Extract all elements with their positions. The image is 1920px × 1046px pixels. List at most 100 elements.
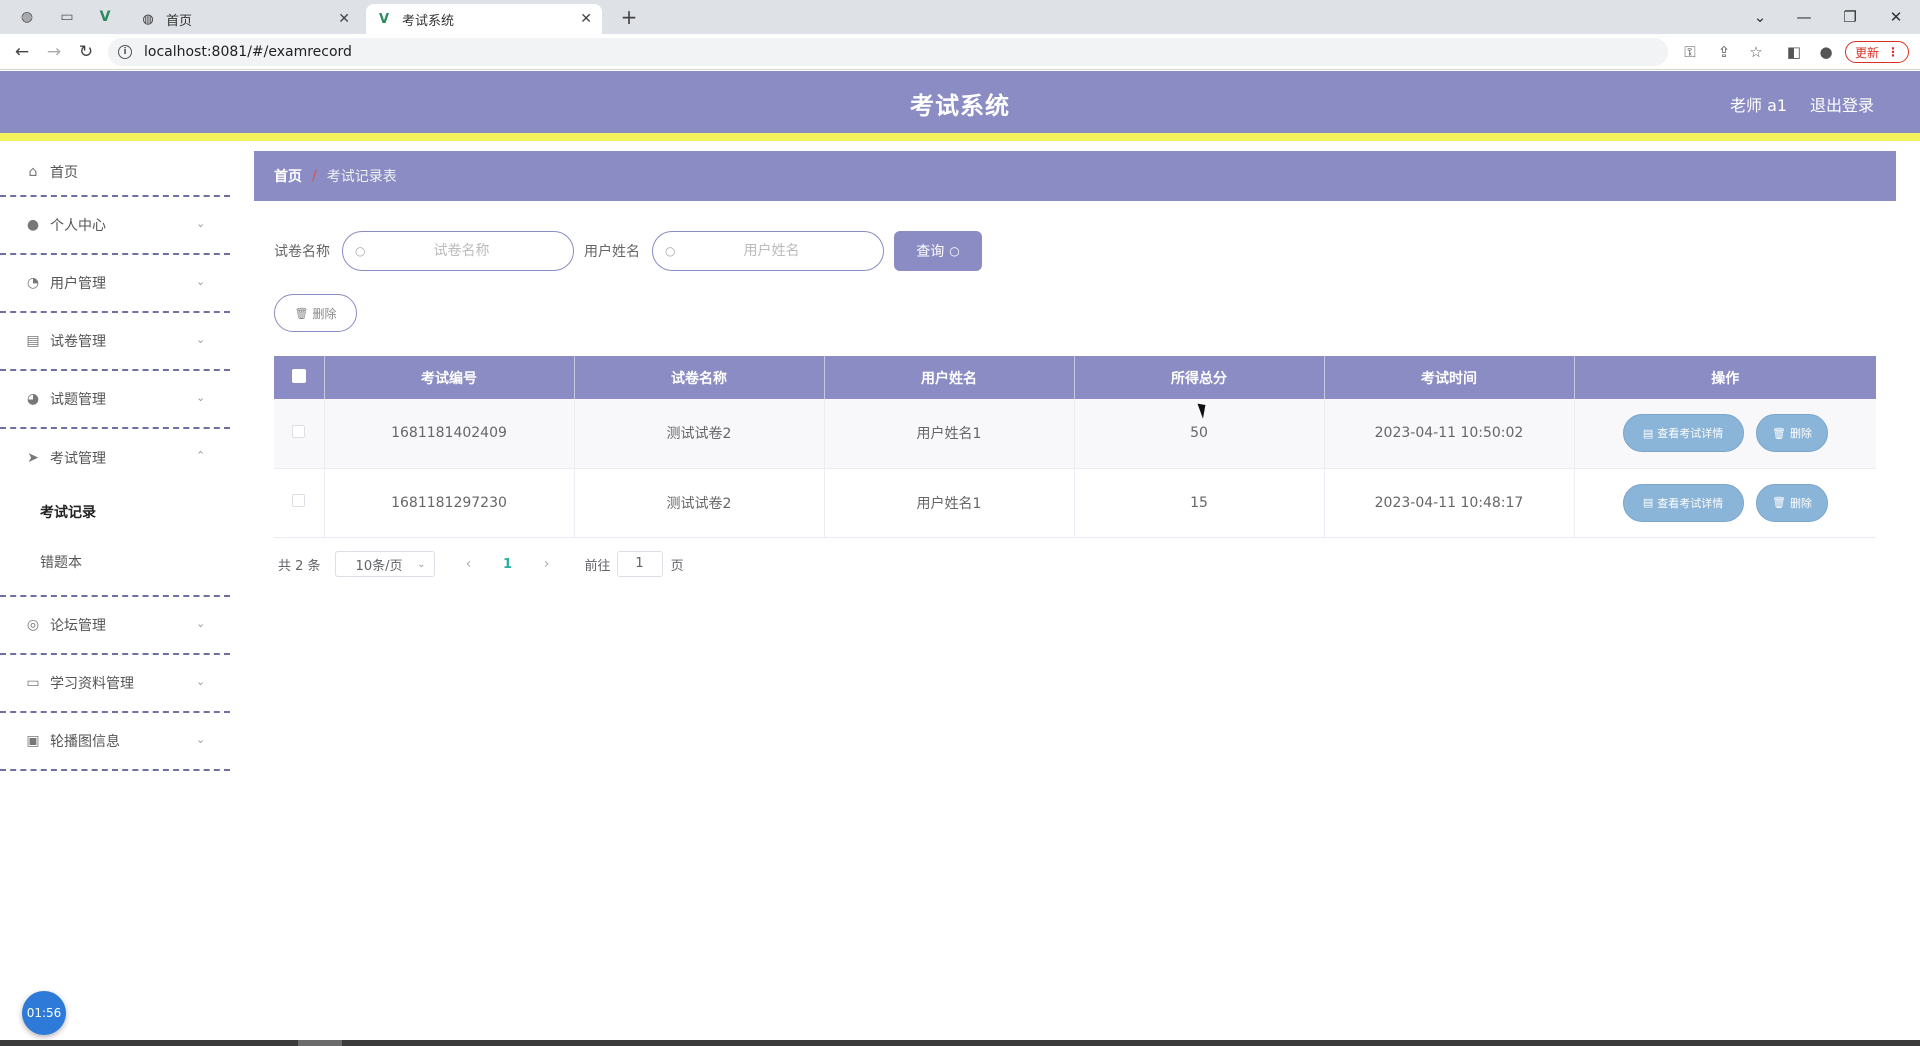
restore-icon[interactable]: ❐ <box>1830 4 1870 30</box>
suitcase-icon: ▣ <box>26 733 40 749</box>
tab-blank-icon[interactable]: ▭ <box>56 6 78 28</box>
select-all-checkbox[interactable] <box>291 368 306 383</box>
row-delete-button[interactable]: 🗑 删除 <box>1755 414 1828 453</box>
column-header: 所得总分 <box>1074 356 1325 399</box>
sidebar-item-forum-management[interactable]: ◎ 论坛管理 ⌄ <box>0 597 230 655</box>
tab-search-chevron-icon[interactable]: ⌄ <box>1740 4 1780 30</box>
key-icon[interactable]: ⚿ <box>1680 42 1700 62</box>
url-text: localhost:8081/#/examrecord <box>144 44 352 60</box>
score-cell: 15 <box>1074 468 1325 538</box>
search-icon: ○ <box>665 244 676 258</box>
sidebar-item-label: 首页 <box>50 165 78 181</box>
sidebar-subitem-wrong-book[interactable]: 错题本 <box>0 537 230 587</box>
exam-timer-bubble[interactable]: 01:56 <box>22 991 66 1035</box>
column-header: 考试时间 <box>1324 356 1575 399</box>
close-icon[interactable]: ✕ <box>580 11 592 27</box>
view-detail-button[interactable]: ▤ 查看考试详情 <box>1622 414 1744 453</box>
new-tab-icon[interactable]: + <box>616 5 642 29</box>
sidebar-item-study-material[interactable]: ▭ 学习资料管理 ⌄ <box>0 655 230 713</box>
query-label: 查询 <box>916 244 945 260</box>
user-name-cell: 用户姓名1 <box>824 399 1075 469</box>
paper-name-cell: 测试试卷2 <box>574 399 825 469</box>
row-checkbox[interactable] <box>292 494 306 507</box>
breadcrumb-home[interactable]: 首页 <box>274 166 302 186</box>
column-header: 试卷名称 <box>574 356 825 399</box>
update-label: 更新 <box>1854 45 1879 60</box>
home-icon: ⌂ <box>28 164 38 180</box>
row-checkbox[interactable] <box>292 424 306 438</box>
chat-icon: ▭ <box>26 675 40 691</box>
row-select-cell[interactable] <box>274 399 325 469</box>
side-panel-icon[interactable]: ◧ <box>1784 42 1804 62</box>
exam-id-cell: 1681181297230 <box>324 468 575 538</box>
scroll-thumb[interactable] <box>298 1040 342 1046</box>
share-icon[interactable]: ⇪ <box>1714 42 1734 62</box>
forward-icon[interactable]: → <box>42 40 66 64</box>
url-bar[interactable]: i localhost:8081/#/examrecord <box>108 38 1668 66</box>
column-header: 用户姓名 <box>824 356 1075 399</box>
star-icon[interactable]: ☆ <box>1746 42 1766 62</box>
paper-name-field[interactable]: ○ <box>342 231 574 271</box>
exam-id-cell: 1681181402409 <box>324 399 575 469</box>
sidebar-item-exam-management[interactable]: ➤ 考试管理 ⌃ <box>0 429 230 487</box>
next-page-icon[interactable]: › <box>533 556 561 572</box>
sidebar-item-question-management[interactable]: ◕ 试题管理 ⌄ <box>0 371 230 429</box>
view-detail-label: 查看考试详情 <box>1657 427 1724 441</box>
dashboard-icon: ◔ <box>26 275 40 291</box>
reload-icon[interactable]: ↻ <box>74 40 98 64</box>
prev-page-icon[interactable]: ‹ <box>455 556 483 572</box>
breadcrumb-separator: / <box>312 168 317 184</box>
chevron-down-icon: ⌄ <box>196 217 206 230</box>
sidebar-item-carousel-info[interactable]: ▣ 轮播图信息 ⌄ <box>0 713 230 771</box>
profile-icon[interactable]: ● <box>1816 42 1836 62</box>
tickets-icon: ▤ <box>26 333 40 349</box>
page-number-current[interactable]: 1 <box>483 557 533 572</box>
select-all-cell[interactable] <box>274 356 325 399</box>
view-detail-label: 查看考试详情 <box>1657 496 1724 510</box>
sidebar-item-user-management[interactable]: ◔ 用户管理 ⌄ <box>0 255 230 313</box>
paper-name-input[interactable] <box>371 243 552 259</box>
document-icon: ▤ <box>1642 496 1654 509</box>
browser-update-button[interactable]: 更新 ⋮ <box>1845 41 1909 63</box>
query-button[interactable]: 查询 ○ <box>894 231 982 271</box>
globe-icon: ◍ <box>142 11 154 27</box>
user-name-field[interactable]: ○ <box>652 231 884 271</box>
page-size-value: 10条/页 <box>355 558 403 574</box>
jump-page-input[interactable]: 1 <box>616 551 663 577</box>
tab-home[interactable]: ◍ 首页 ✕ <box>130 4 360 34</box>
sidebar-item-label: 试卷管理 <box>50 334 106 350</box>
trash-icon: 🗑 <box>1771 426 1786 440</box>
user-name-input[interactable] <box>681 243 862 259</box>
logout-link[interactable]: 退出登录 <box>1810 71 1874 141</box>
view-detail-button[interactable]: ▤ 查看考试详情 <box>1622 483 1744 522</box>
close-icon[interactable]: ✕ <box>338 11 350 27</box>
sidebar-item-label: 个人中心 <box>50 218 106 234</box>
info-icon[interactable]: i <box>118 45 132 59</box>
tab-search-icon[interactable]: ◍ <box>16 6 38 28</box>
sidebar-item-home[interactable]: ⌂ 首页 <box>0 149 230 197</box>
sidebar-item-personal-center[interactable]: ● 个人中心 ⌄ <box>0 197 230 255</box>
sidebar-subitem-exam-record[interactable]: 考试记录 <box>0 487 230 537</box>
trash-icon: 🗑 <box>294 306 309 320</box>
table-row: 1681181402409 测试试卷2 用户姓名1 50 2023-04-11 … <box>274 399 1876 469</box>
minimize-icon[interactable]: — <box>1784 4 1824 30</box>
tab-exam-system[interactable]: V 考试系统 ✕ <box>366 4 602 34</box>
row-delete-label: 删除 <box>1789 427 1812 441</box>
row-select-cell[interactable] <box>274 468 325 538</box>
column-header: 操作 <box>1574 356 1876 399</box>
sidebar-item-label: 学习资料管理 <box>50 676 134 692</box>
trash-icon: 🗑 <box>1771 496 1786 509</box>
jump-suffix: 页 <box>670 558 684 574</box>
exam-time-cell: 2023-04-11 10:48:17 <box>1324 468 1575 538</box>
batch-delete-button[interactable]: 🗑 删除 <box>274 294 357 332</box>
page-size-select[interactable]: 10条/页 ⌄ <box>334 551 435 577</box>
send-icon: ➤ <box>27 450 39 466</box>
sidebar-item-paper-management[interactable]: ▤ 试卷管理 ⌄ <box>0 313 230 371</box>
user-name-cell: 用户姓名1 <box>824 468 1075 538</box>
row-delete-button[interactable]: 🗑 删除 <box>1755 483 1828 522</box>
browser-tab-bar: ◍ ▭ V ◍ 首页 ✕ V 考试系统 ✕ + ⌄ — ❐ ✕ <box>0 0 1920 34</box>
chevron-down-icon: ⌄ <box>196 333 206 346</box>
tab-vue-icon[interactable]: V <box>94 6 116 28</box>
back-icon[interactable]: ← <box>10 40 34 64</box>
window-close-icon[interactable]: ✕ <box>1876 4 1916 30</box>
